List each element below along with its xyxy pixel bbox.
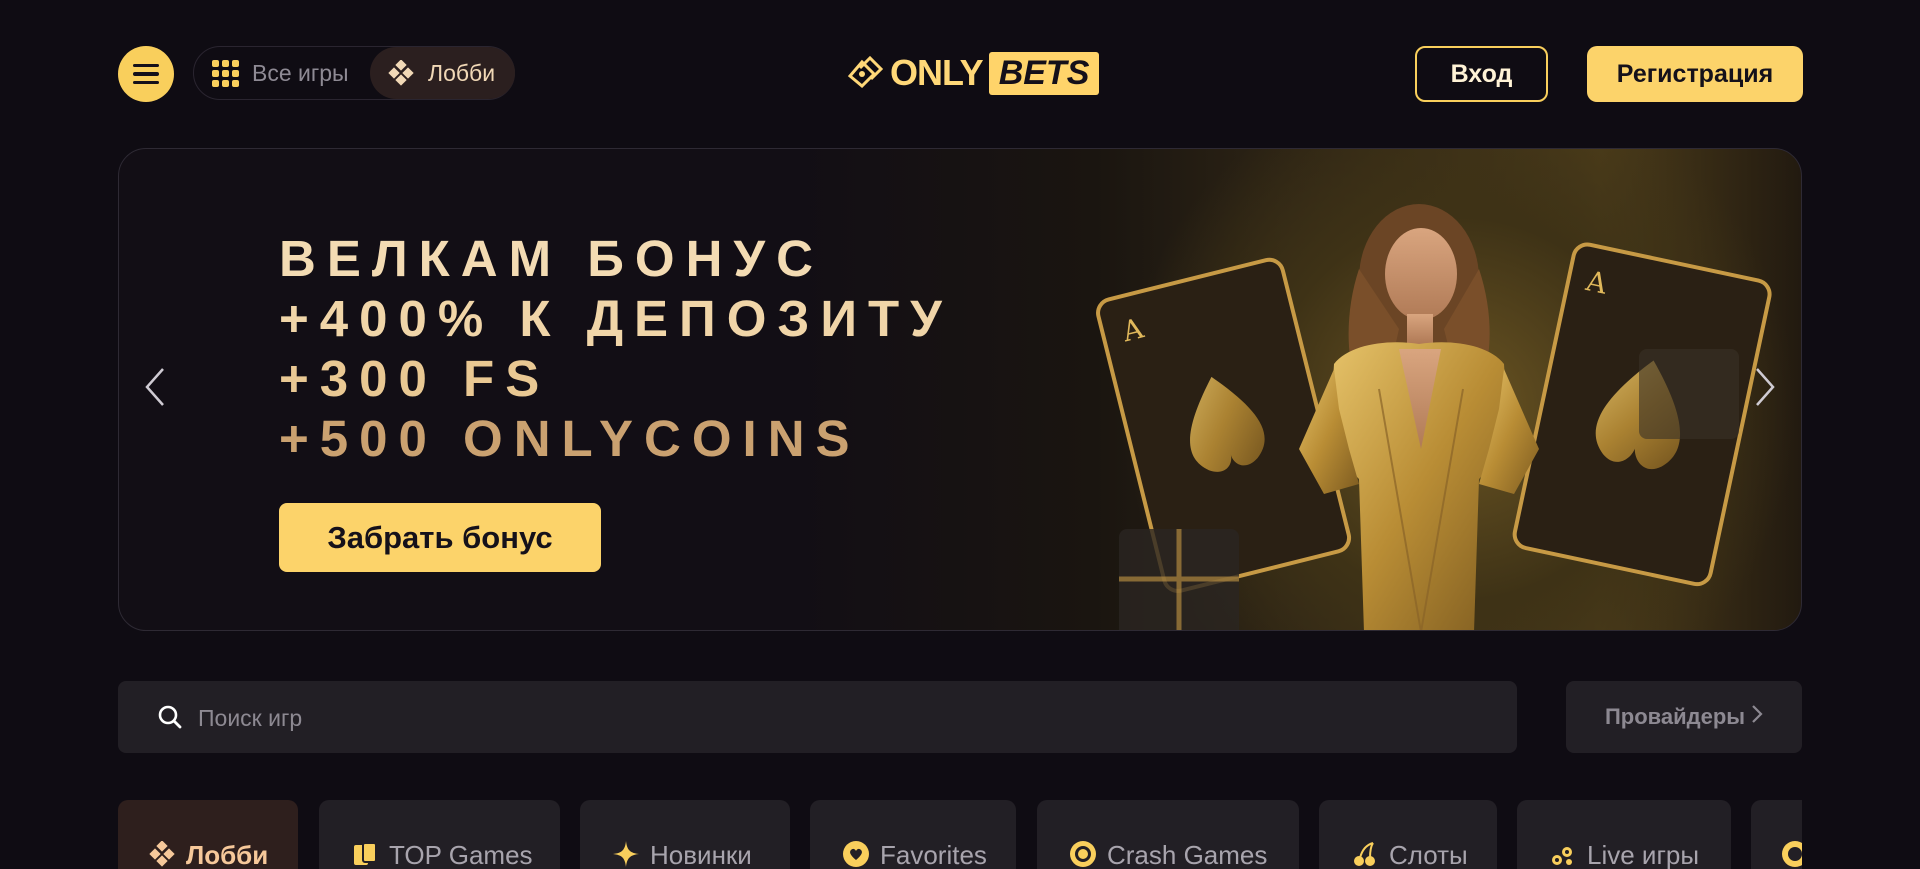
search-icon: [158, 705, 182, 729]
heart-icon: [842, 840, 870, 868]
category-label: Слоты: [1389, 840, 1468, 869]
category-tab-lobby[interactable]: Лобби: [118, 800, 298, 869]
category-label: Crash Games: [1107, 840, 1268, 869]
providers-label: Провайдеры: [1604, 704, 1746, 729]
category-tabs: Лобби TOP Games Новинки Favorites Crash …: [118, 800, 1802, 869]
chevron-right-icon: [1751, 704, 1763, 730]
logo-chips-icon: [846, 54, 884, 93]
menu-button[interactable]: [118, 46, 174, 102]
category-tab-favorites[interactable]: Favorites: [810, 800, 1016, 869]
cards-icon: [351, 840, 379, 868]
login-button[interactable]: Вход: [1415, 46, 1548, 102]
logo[interactable]: ONLY BETS: [846, 50, 1100, 96]
nav-all-games[interactable]: Все игры: [211, 47, 349, 99]
cherry-icon: [1351, 840, 1379, 868]
banner-headline: ВЕЛКАМ БОНУС +400% К ДЕПОЗИТУ +300 FS +5…: [279, 229, 953, 469]
hamburger-icon: [133, 63, 159, 68]
game-search: [118, 681, 1517, 755]
search-input[interactable]: [196, 681, 1450, 755]
chip-icon: [1069, 840, 1097, 868]
banner-line-2: +400% К ДЕПОЗИТУ: [279, 290, 953, 347]
category-label: TOP Games: [389, 840, 533, 869]
category-label: Live игры: [1587, 840, 1700, 869]
clover-icon: [388, 60, 414, 86]
claim-bonus-button[interactable]: Забрать бонус: [279, 503, 601, 572]
category-tab-top-games[interactable]: TOP Games: [319, 800, 560, 869]
logo-text-only: ONLY: [890, 52, 984, 93]
category-tab-live-games[interactable]: Live игры: [1517, 800, 1731, 869]
promo-banner: A A ВЕЛКАМ БОНУС +400% К ДЕПОЗИТУ +300 F…: [118, 148, 1802, 631]
chevron-right-icon: [1756, 368, 1775, 406]
category-tab-more[interactable]: [1751, 800, 1802, 869]
category-tab-crash-games[interactable]: Crash Games: [1037, 800, 1299, 869]
logo-text-bets: BETS: [988, 51, 1100, 95]
banner-line-4: +500 ONLYCOINS: [279, 410, 861, 467]
category-tab-slots[interactable]: Слоты: [1319, 800, 1497, 869]
banner-illustration: A A: [1079, 149, 1799, 630]
banner-line-3: +300 FS: [279, 350, 551, 407]
category-label: Favorites: [880, 840, 987, 869]
live-icon: [1549, 840, 1577, 868]
chevron-left-icon: [145, 368, 164, 406]
category-label: Лобби: [186, 840, 269, 869]
grid-icon: [211, 59, 239, 87]
nav-all-games-label: Все игры: [252, 59, 349, 86]
providers-button[interactable]: Провайдеры: [1566, 681, 1802, 753]
banner-line-1: ВЕЛКАМ БОНУС: [279, 230, 824, 287]
sparkle-icon: [612, 840, 640, 868]
register-button[interactable]: Регистрация: [1587, 46, 1803, 102]
category-tab-new[interactable]: Новинки: [580, 800, 790, 869]
clover-icon: [148, 840, 176, 868]
model-figure: [1299, 204, 1539, 630]
header: Все игры Лобби ONLY BETS Вход Регистраци…: [0, 0, 1920, 148]
carousel-prev-button[interactable]: [135, 357, 175, 417]
nav-lobby[interactable]: Лобби: [370, 47, 515, 99]
nav-switch: Все игры Лобби: [193, 46, 515, 100]
nav-lobby-label: Лобби: [428, 59, 496, 86]
category-label: Новинки: [650, 840, 752, 869]
chip-icon: [1781, 840, 1802, 868]
carousel-next-button[interactable]: [1745, 357, 1785, 417]
